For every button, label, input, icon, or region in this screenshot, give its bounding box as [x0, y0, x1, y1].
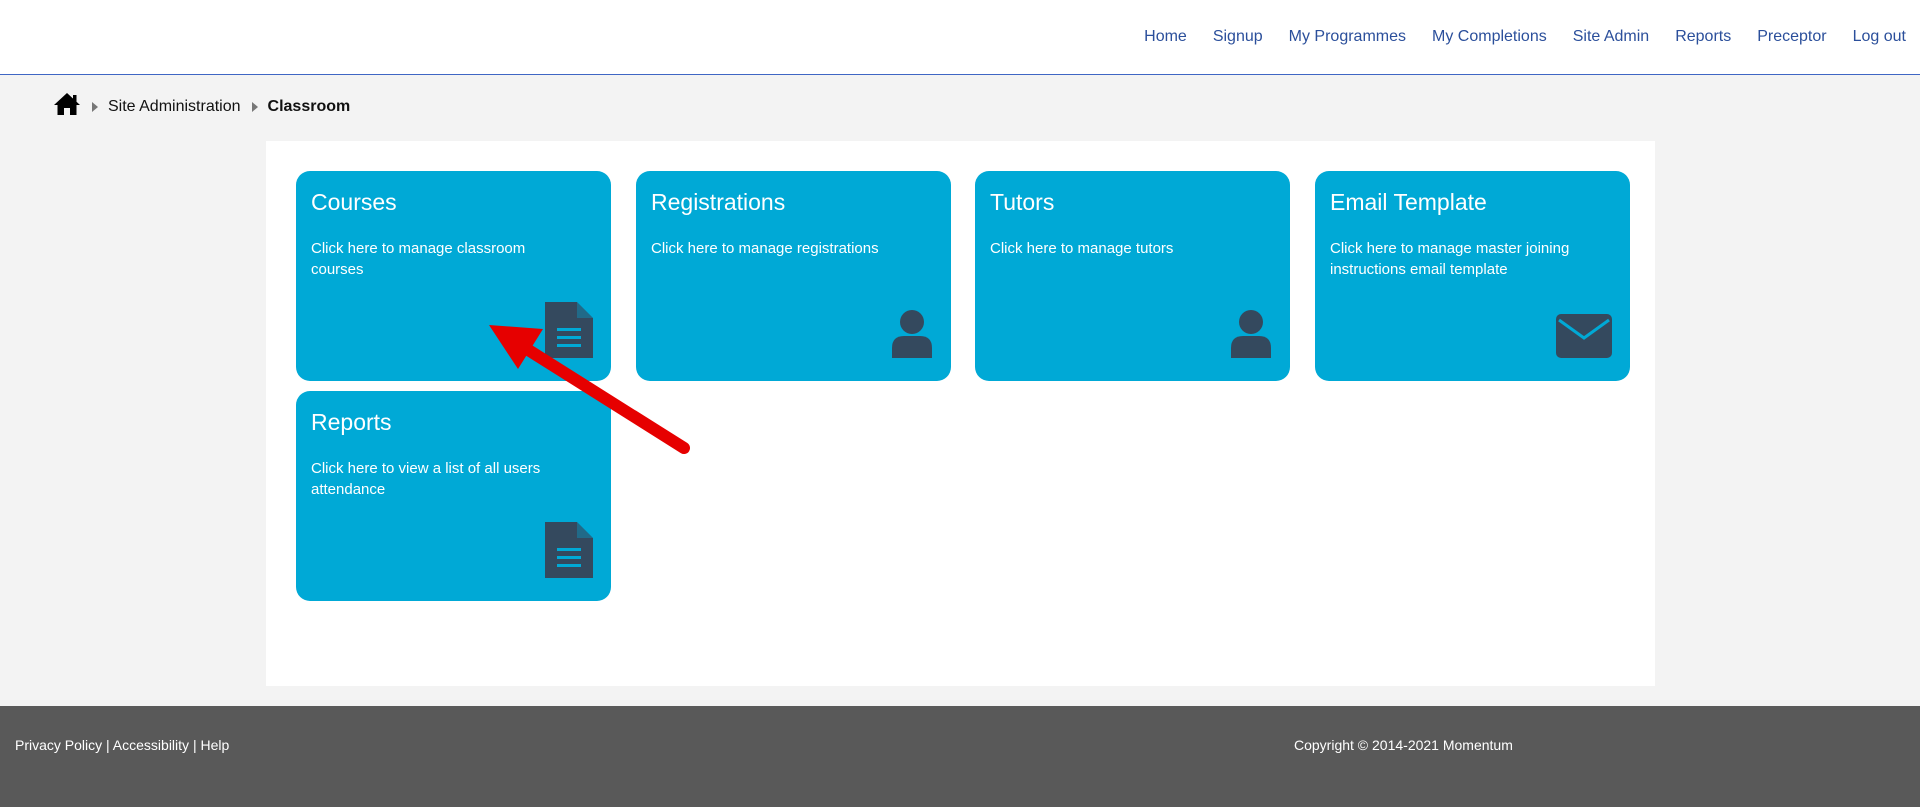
top-bar: Home Signup My Programmes My Completions…	[0, 0, 1920, 75]
content-panel: Courses Click here to manage classroom c…	[266, 141, 1655, 686]
user-icon	[1230, 310, 1272, 363]
tile-description: Click here to view a list of all users a…	[311, 460, 541, 498]
tile-description: Click here to manage registrations	[651, 240, 879, 257]
tile-reports[interactable]: Reports Click here to view a list of all…	[296, 391, 611, 601]
nav-signup[interactable]: Signup	[1213, 28, 1263, 46]
tile-courses[interactable]: Courses Click here to manage classroom c…	[296, 171, 611, 381]
tile-description: Click here to manage master joining inst…	[1330, 240, 1570, 278]
nav-home[interactable]: Home	[1144, 28, 1187, 46]
tile-title: Reports	[311, 409, 392, 435]
user-icon	[891, 310, 933, 363]
tile-title: Email Template	[1330, 189, 1487, 215]
nav-my-programmes[interactable]: My Programmes	[1289, 28, 1406, 46]
footer-separator: |	[106, 737, 113, 753]
tile-description: Click here to manage classroom courses	[311, 240, 526, 278]
document-icon	[545, 302, 593, 363]
breadcrumb-classroom: Classroom	[267, 97, 351, 115]
copyright-text: Copyright © 2014-2021 Momentum	[1294, 737, 1513, 753]
nav-preceptor[interactable]: Preceptor	[1757, 28, 1826, 46]
tile-description: Click here to manage tutors	[990, 240, 1174, 257]
nav-my-completions[interactable]: My Completions	[1432, 28, 1547, 46]
document-icon	[545, 522, 593, 583]
footer: Privacy Policy | Accessibility | Help Co…	[0, 706, 1920, 807]
nav-reports[interactable]: Reports	[1675, 28, 1731, 46]
breadcrumb: Site Administration Classroom	[53, 92, 350, 121]
tile-title: Tutors	[990, 189, 1055, 215]
breadcrumb-site-administration[interactable]: Site Administration	[108, 98, 241, 116]
tile-tutors[interactable]: Tutors Click here to manage tutors	[975, 171, 1290, 381]
home-icon[interactable]	[53, 92, 81, 121]
breadcrumb-separator-icon	[92, 101, 98, 112]
tile-email-template[interactable]: Email Template Click here to manage mast…	[1315, 171, 1630, 381]
nav-log-out[interactable]: Log out	[1853, 28, 1906, 46]
accessibility-link[interactable]: Accessibility	[113, 737, 189, 753]
main-nav: Home Signup My Programmes My Completions…	[1144, 28, 1906, 46]
envelope-icon	[1556, 314, 1612, 363]
tile-registrations[interactable]: Registrations Click here to manage regis…	[636, 171, 951, 381]
tile-title: Registrations	[651, 189, 786, 215]
breadcrumb-separator-icon	[251, 101, 258, 112]
footer-links: Privacy Policy | Accessibility | Help	[15, 737, 229, 753]
nav-site-admin[interactable]: Site Admin	[1573, 28, 1649, 46]
privacy-policy-link[interactable]: Privacy Policy	[15, 737, 102, 753]
tile-title: Courses	[311, 189, 397, 215]
help-link[interactable]: Help	[200, 737, 229, 753]
